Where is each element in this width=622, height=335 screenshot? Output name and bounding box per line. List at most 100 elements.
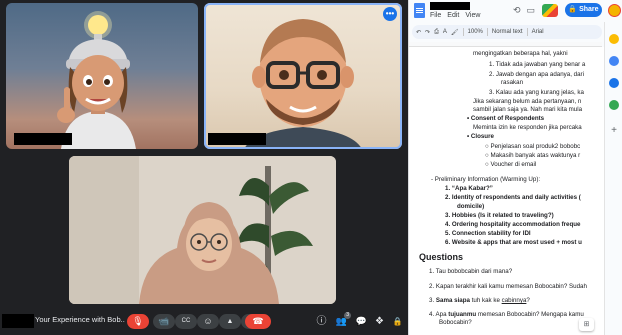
question-item: 1. Tau bobobcabin dari mana? [429, 268, 512, 276]
present-icon: ▲ [226, 318, 234, 325]
captions-icon: CC [181, 318, 191, 324]
doc-line: • Closure [467, 133, 494, 140]
lock-icon: 🔒 [392, 317, 403, 326]
explore-button[interactable]: ⊞ [579, 318, 594, 331]
list-number: 2. [429, 283, 435, 290]
leave-call-button[interactable]: ☎ [245, 314, 271, 329]
doc-line-text: Website & apps that are most used + most… [451, 239, 582, 246]
doc-list-item: 6. Website & apps that are most used + m… [445, 239, 582, 247]
mic-toggle-button[interactable]: 🎙 [127, 314, 149, 329]
document-title-redacted[interactable] [430, 2, 470, 10]
camera-icon: 📹 [158, 316, 170, 326]
question-text: Kapan terakhir kali kamu memesan Bobocab… [435, 283, 587, 290]
participant-count-badge: 3 [344, 312, 351, 319]
doc-list-item: 3. Hobbies (Is it related to traveling?) [445, 212, 554, 220]
reactions-button[interactable]: ☺ [197, 314, 219, 329]
keep-icon[interactable] [609, 34, 619, 44]
host-controls-button[interactable]: 🔒 [391, 315, 404, 328]
list-number: 4. [429, 311, 435, 318]
tasks-icon[interactable] [609, 56, 619, 66]
captions-button[interactable]: CC [175, 314, 197, 329]
doc-line-text: Preliminary Information (Warming Up): [434, 176, 541, 183]
list-number: 6. [445, 239, 451, 246]
doc-line: rasakan [501, 79, 524, 86]
docs-window: File Edit View ⟲ ▭ 🔒 Share ↶ ↷ ⎙ A 🖌 100… [408, 0, 622, 335]
docs-header: File Edit View ⟲ ▭ 🔒 Share [409, 0, 622, 22]
camera-feed-self [69, 156, 336, 304]
docs-toolbar: ↶ ↷ ⎙ A 🖌 100% Normal text Arial [412, 25, 602, 39]
google-docs-icon[interactable] [414, 3, 425, 18]
style-select[interactable]: Normal text [492, 29, 523, 35]
questions-heading: Questions [419, 252, 464, 262]
spellcheck-icon[interactable]: A [443, 29, 447, 35]
redo-icon[interactable]: ↷ [425, 29, 430, 36]
question-item: 2. Kapan terakhir kali kamu memesan Bobo… [429, 283, 587, 291]
info-icon: ⓘ [316, 316, 327, 327]
list-number: 4. [445, 221, 451, 228]
doc-line-text: Makasih banyak atas waktunya r [490, 152, 581, 159]
meeting-details-button[interactable]: ⓘ [315, 315, 328, 328]
present-button[interactable]: ▲ [219, 314, 241, 329]
contacts-icon[interactable] [609, 78, 619, 88]
participant-tile-2[interactable]: ••• [204, 3, 402, 149]
camera-toggle-button[interactable]: 📹 [153, 314, 175, 329]
docs-menubar: File Edit View [430, 12, 480, 19]
question-item: 3. Sama siapa tuh kak ke cabinnya? [429, 297, 530, 304]
doc-line: mengingatkan beberapa hal, yakni [473, 50, 568, 57]
doc-line: Bobocabin? [439, 319, 472, 326]
header-icons: ⟲ ▭ [513, 5, 535, 16]
list-number: 3. [429, 297, 435, 304]
document-page[interactable]: Wawancara ini akan memakan waktu… mengin… [409, 47, 605, 335]
clock-redacted [2, 314, 34, 328]
question-text: Sama siapa [435, 297, 470, 304]
meet-window: ••• Your Experience with Bob... 🎙 📹 CC ☺… [0, 0, 408, 335]
doc-line: 3. Kalau ada yang kurang jelas, ka [489, 89, 584, 96]
memoji-avatar-girl [57, 11, 136, 149]
comment-icon[interactable]: ▭ [527, 5, 536, 16]
doc-list-item: 2. Identity of respondents and daily act… [445, 194, 581, 202]
paint-format-icon[interactable]: 🖌 [451, 29, 459, 36]
doc-line-text: Closure [470, 133, 494, 140]
participant-tile-self[interactable] [69, 156, 336, 304]
account-avatar[interactable] [608, 4, 621, 17]
memoji-avatar-man [244, 19, 362, 149]
doc-line: • Consent of Respondents [467, 115, 545, 122]
doc-line: domicile) [457, 203, 485, 210]
doc-line: 1. Tidak ada jawaban yang benar a [489, 61, 586, 68]
print-icon[interactable]: ⎙ [434, 29, 439, 36]
share-label: Share [579, 6, 599, 13]
doc-list-item: 5. Connection stability for IDI [445, 230, 531, 238]
screen: ••• Your Experience with Bob... 🎙 📹 CC ☺… [0, 0, 622, 335]
toolbar-divider [462, 28, 464, 36]
share-button[interactable]: 🔒 Share [565, 3, 602, 17]
menu-file[interactable]: File [430, 12, 441, 19]
doc-list-item: 4. Ordering hospitality accommodation fr… [445, 221, 581, 229]
doc-line: ○ Makasih banyak atas waktunya r [485, 152, 581, 159]
question-text: Tau bobobcabin dari mana? [435, 268, 513, 275]
history-icon[interactable]: ⟲ [513, 5, 521, 16]
toolbar-divider [526, 28, 528, 36]
doc-line: ○ Penjelasan soal produk2 bobobc [485, 143, 581, 150]
undo-icon[interactable]: ↶ [416, 29, 421, 36]
meet-control-bar: Your Experience with Bob... 🎙 📹 CC ☺ ▲ ⋮… [0, 307, 408, 335]
menu-view[interactable]: View [465, 12, 480, 19]
doc-line-text: “Apa Kabar?” [451, 185, 493, 192]
chat-button[interactable]: 💬 [355, 315, 368, 328]
list-number: 2. [445, 194, 451, 201]
maps-icon[interactable] [609, 100, 619, 110]
font-select[interactable]: Arial [532, 29, 544, 35]
activities-button[interactable]: ❖ [373, 315, 386, 328]
doc-line-text: Voucher di email [490, 161, 537, 168]
zoom-select[interactable]: 100% [468, 29, 483, 35]
emoji-icon: ☺ [203, 316, 213, 326]
add-addon-icon[interactable]: + [609, 126, 619, 136]
doc-list-item: 1. “Apa Kabar?” [445, 185, 493, 193]
participant-tile-1[interactable] [6, 3, 198, 149]
people-button[interactable]: 👥 3 [335, 312, 351, 328]
speaking-indicator-icon: ••• [383, 7, 397, 21]
doc-line: Meminta izin ke responden jika percaka [473, 124, 582, 131]
list-number: 1. [429, 268, 435, 275]
list-number: 5. [445, 230, 451, 237]
join-meet-button[interactable] [542, 4, 558, 17]
menu-edit[interactable]: Edit [447, 12, 459, 19]
